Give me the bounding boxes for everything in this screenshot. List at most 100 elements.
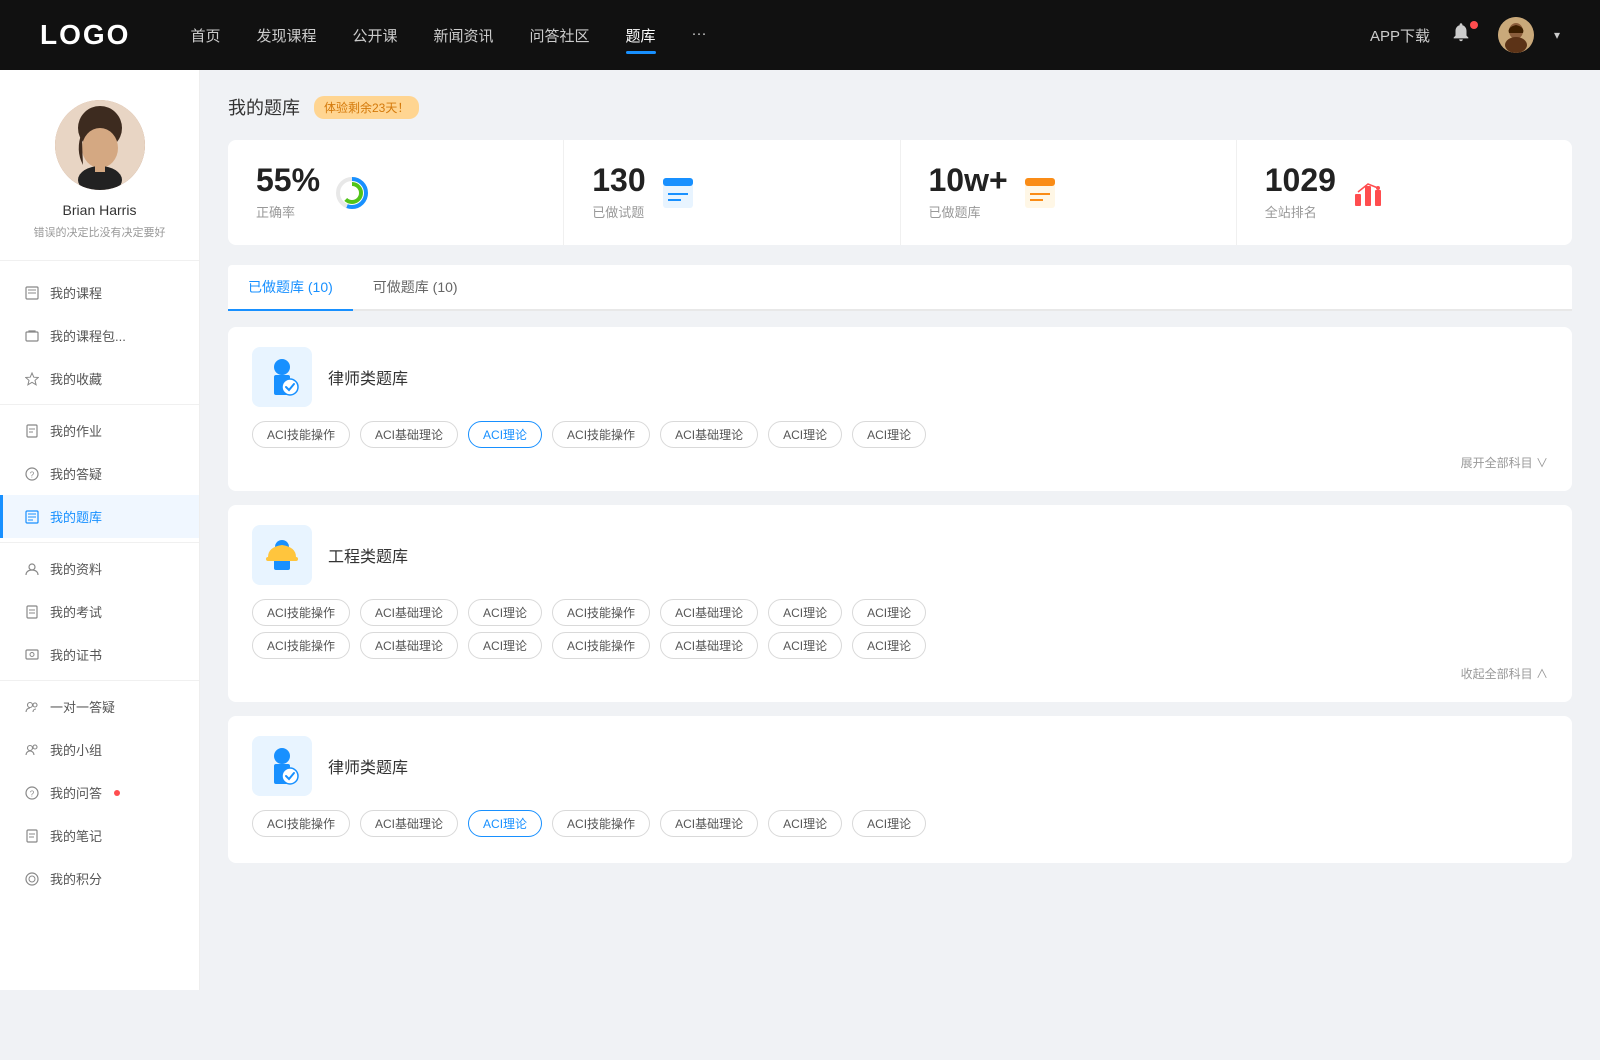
menu-my-course[interactable]: 我的课程	[0, 271, 199, 314]
stat-questions-label: 已做试题	[592, 202, 645, 221]
tab-done[interactable]: 已做题库 (10)	[228, 265, 353, 309]
tag-2-1[interactable]: ACI技能操作	[252, 599, 350, 626]
menu-points-label: 我的积分	[50, 869, 102, 888]
stat-accuracy: 55% 正确率	[228, 140, 564, 245]
nav-home[interactable]: 首页	[190, 25, 220, 46]
menu-questions[interactable]: ? 我的答疑	[0, 452, 199, 495]
lawyer-icon-1	[252, 347, 312, 407]
expand-link-1[interactable]: 展开全部科目 ∨	[252, 454, 1548, 471]
menu-homework[interactable]: 我的作业	[0, 409, 199, 452]
stat-rank-text: 1029 全站排名	[1265, 164, 1336, 221]
tag-2-12[interactable]: ACI基础理论	[660, 632, 758, 659]
bank-section-2-tags-row1: ACI技能操作 ACI基础理论 ACI理论 ACI技能操作 ACI基础理论 AC…	[252, 599, 1548, 626]
sidebar-menu: 我的课程 我的课程包... 我的收藏 我的作业	[0, 261, 199, 910]
stat-accuracy-number: 55%	[256, 164, 320, 196]
tag-2-8[interactable]: ACI技能操作	[252, 632, 350, 659]
avatar-image	[1498, 17, 1534, 53]
tag-1-2[interactable]: ACI基础理论	[360, 421, 458, 448]
tabs-row: 已做题库 (10) 可做题库 (10)	[228, 265, 1572, 311]
stat-questions-text: 130 已做试题	[592, 164, 645, 221]
menu-favorites[interactable]: 我的收藏	[0, 357, 199, 400]
tag-1-5[interactable]: ACI基础理论	[660, 421, 758, 448]
notes-icon	[24, 828, 40, 844]
menu-my-qa[interactable]: ? 我的问答	[0, 771, 199, 814]
notification-bell[interactable]	[1450, 21, 1478, 49]
tag-3-7[interactable]: ACI理论	[852, 810, 926, 837]
nav-more[interactable]: ···	[692, 25, 707, 46]
nav-question-bank[interactable]: 题库	[626, 25, 656, 46]
user-dropdown-arrow[interactable]: ▾	[1554, 28, 1560, 42]
notification-dot	[1470, 21, 1478, 29]
nav-open-course[interactable]: 公开课	[352, 25, 397, 46]
course-pack-icon	[24, 328, 40, 344]
stat-banks-done: 10w+ 已做题库	[901, 140, 1237, 245]
navbar: LOGO 首页 发现课程 公开课 新闻资讯 问答社区 题库 ··· APP下载	[0, 0, 1600, 70]
tag-1-6[interactable]: ACI理论	[768, 421, 842, 448]
bank-section-2-header: 工程类题库	[252, 525, 1548, 585]
app-download-link[interactable]: APP下载	[1370, 25, 1430, 46]
points-icon	[24, 871, 40, 887]
star-icon	[24, 371, 40, 387]
tag-2-6[interactable]: ACI理论	[768, 599, 842, 626]
menu-exam-label: 我的考试	[50, 602, 102, 621]
tag-3-3[interactable]: ACI理论	[468, 810, 542, 837]
nav-discover[interactable]: 发现课程	[256, 25, 316, 46]
tag-1-3[interactable]: ACI理论	[468, 421, 542, 448]
nav-links: 首页 发现课程 公开课 新闻资讯 问答社区 题库 ···	[190, 25, 1370, 46]
tag-3-1[interactable]: ACI技能操作	[252, 810, 350, 837]
divider-2	[0, 542, 199, 543]
nav-news[interactable]: 新闻资讯	[434, 25, 494, 46]
menu-points[interactable]: 我的积分	[0, 857, 199, 900]
profile-avatar	[55, 100, 145, 190]
tag-1-7[interactable]: ACI理论	[852, 421, 926, 448]
tag-1-1[interactable]: ACI技能操作	[252, 421, 350, 448]
tag-3-4[interactable]: ACI技能操作	[552, 810, 650, 837]
tag-2-5[interactable]: ACI基础理论	[660, 599, 758, 626]
nav-qa[interactable]: 问答社区	[530, 25, 590, 46]
homework-icon	[24, 423, 40, 439]
tag-2-3[interactable]: ACI理论	[468, 599, 542, 626]
tag-2-11[interactable]: ACI技能操作	[552, 632, 650, 659]
tag-3-5[interactable]: ACI基础理论	[660, 810, 758, 837]
menu-favorites-label: 我的收藏	[50, 369, 102, 388]
tag-2-9[interactable]: ACI基础理论	[360, 632, 458, 659]
stat-rank: 1029 全站排名	[1237, 140, 1572, 245]
user-avatar[interactable]	[1498, 17, 1534, 53]
group-icon	[24, 742, 40, 758]
menu-question-bank-label: 我的题库	[50, 507, 102, 526]
qa-icon: ?	[24, 785, 40, 801]
tag-2-2[interactable]: ACI基础理论	[360, 599, 458, 626]
menu-questions-label: 我的答疑	[50, 464, 102, 483]
menu-profile[interactable]: 我的资料	[0, 547, 199, 590]
bank-section-3-tags: ACI技能操作 ACI基础理论 ACI理论 ACI技能操作 ACI基础理论 AC…	[252, 810, 1548, 837]
svg-text:?: ?	[30, 470, 35, 479]
menu-certificate[interactable]: 我的证书	[0, 633, 199, 676]
main-layout: Brian Harris 错误的决定比没有决定要好 我的课程 我的课程包...	[0, 70, 1600, 990]
question-bank-icon	[24, 509, 40, 525]
profile-icon	[24, 561, 40, 577]
tag-1-4[interactable]: ACI技能操作	[552, 421, 650, 448]
svg-text:?: ?	[30, 789, 35, 798]
menu-exam[interactable]: 我的考试	[0, 590, 199, 633]
tag-3-6[interactable]: ACI理论	[768, 810, 842, 837]
stat-banks-label: 已做题库	[929, 202, 1008, 221]
expand-link-2[interactable]: 收起全部科目 ∧	[252, 665, 1548, 682]
rank-bar-icon	[1350, 175, 1386, 211]
course-icon	[24, 285, 40, 301]
tab-available[interactable]: 可做题库 (10)	[353, 265, 478, 309]
page-header: 我的题库 体验剩余23天！	[228, 94, 1572, 120]
tag-2-7[interactable]: ACI理论	[852, 599, 926, 626]
tag-2-13[interactable]: ACI理论	[768, 632, 842, 659]
menu-my-course-label: 我的课程	[50, 283, 102, 302]
menu-question-bank[interactable]: 我的题库	[0, 495, 199, 538]
tag-3-2[interactable]: ACI基础理论	[360, 810, 458, 837]
accuracy-chart-icon	[334, 175, 370, 211]
menu-profile-label: 我的资料	[50, 559, 102, 578]
tag-2-14[interactable]: ACI理论	[852, 632, 926, 659]
tag-2-10[interactable]: ACI理论	[468, 632, 542, 659]
tag-2-4[interactable]: ACI技能操作	[552, 599, 650, 626]
menu-course-pack[interactable]: 我的课程包...	[0, 314, 199, 357]
menu-tutor[interactable]: 一对一答疑	[0, 685, 199, 728]
menu-notes[interactable]: 我的笔记	[0, 814, 199, 857]
menu-group[interactable]: 我的小组	[0, 728, 199, 771]
